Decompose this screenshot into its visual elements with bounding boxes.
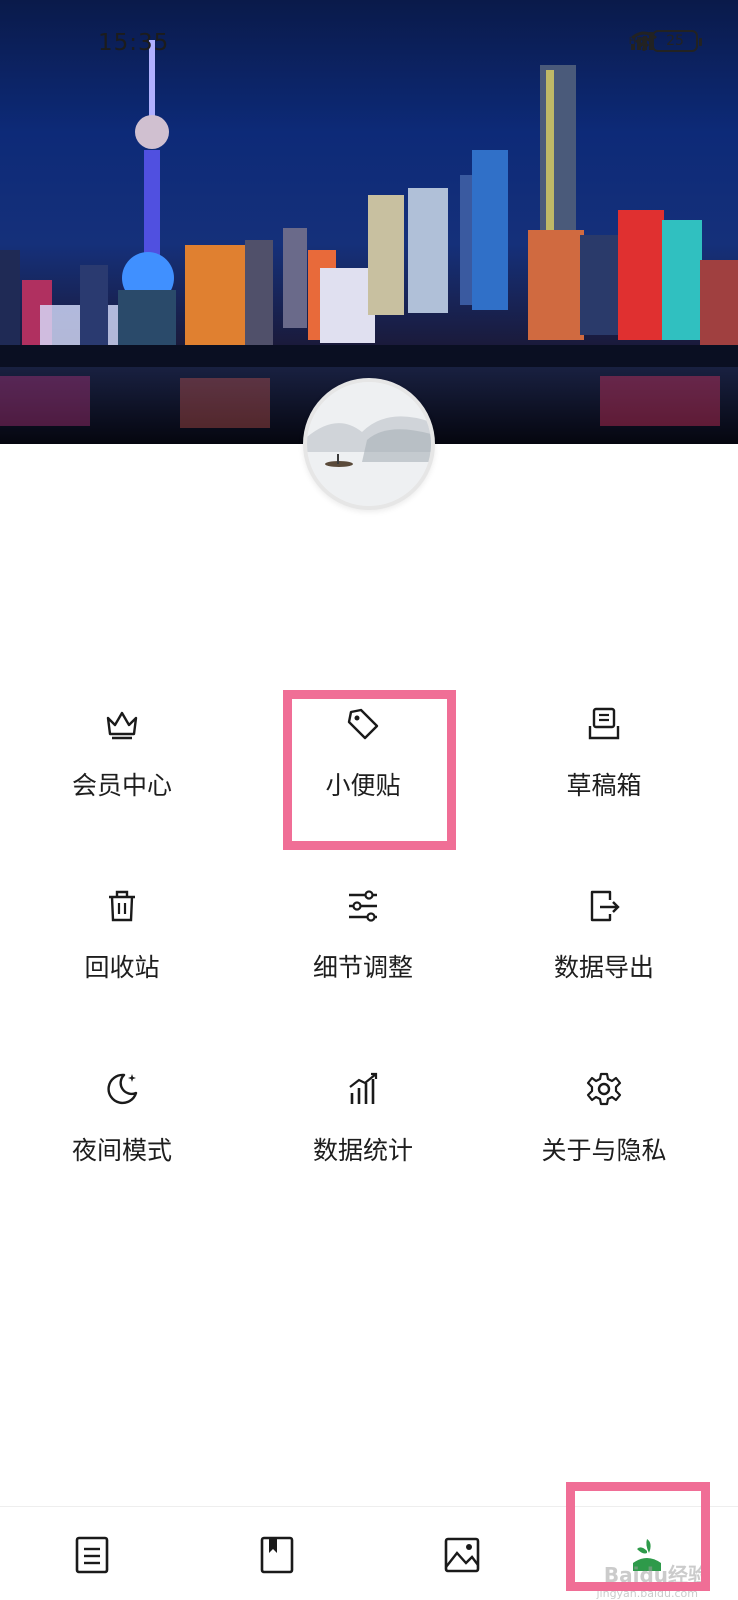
menu-label: 关于与隐私 bbox=[541, 1136, 667, 1165]
status-icons: HD 25 bbox=[629, 30, 702, 52]
menu-item-detail-adjust[interactable]: 细节调整 bbox=[263, 888, 463, 1008]
status-time: 15:35 bbox=[98, 30, 170, 56]
menu-item-data-statistics[interactable]: 数据统计 bbox=[263, 1071, 463, 1191]
menu-item-recycle-bin[interactable]: 回收站 bbox=[22, 888, 222, 1008]
menu-item-membership[interactable]: 会员中心 bbox=[22, 706, 222, 826]
bookmark-icon[interactable] bbox=[257, 1535, 297, 1575]
avatar-image bbox=[307, 382, 431, 506]
menu-label: 回收站 bbox=[84, 953, 160, 982]
gear-icon bbox=[586, 1072, 622, 1106]
menu-item-drafts[interactable]: 草稿箱 bbox=[504, 706, 704, 826]
menu-label: 细节调整 bbox=[312, 953, 413, 982]
menu-item-data-export[interactable]: 数据导出 bbox=[504, 888, 704, 1008]
chart-icon bbox=[349, 1072, 378, 1104]
menu-label: 数据统计 bbox=[312, 1136, 413, 1165]
menu-label: 夜间模式 bbox=[71, 1136, 172, 1165]
menu-label: 会员中心 bbox=[71, 771, 172, 800]
draft-box-icon bbox=[588, 707, 620, 740]
highlight-annotation-sticky-notes bbox=[283, 690, 456, 850]
avatar[interactable] bbox=[303, 378, 435, 510]
sliders-icon bbox=[349, 890, 377, 922]
notes-icon[interactable] bbox=[72, 1535, 112, 1575]
export-icon bbox=[590, 890, 620, 922]
trash-icon bbox=[109, 890, 135, 922]
highlight-annotation-profile-tab bbox=[566, 1482, 710, 1591]
moon-icon bbox=[107, 1073, 138, 1105]
menu-item-about-privacy[interactable]: 关于与隐私 bbox=[504, 1071, 704, 1191]
menu-item-night-mode[interactable]: 夜间模式 bbox=[22, 1071, 222, 1191]
crown-icon bbox=[106, 711, 138, 740]
image-icon[interactable] bbox=[442, 1535, 482, 1575]
battery-indicator: 25 bbox=[652, 30, 702, 52]
menu-label: 数据导出 bbox=[553, 953, 654, 982]
menu-label: 草稿箱 bbox=[566, 771, 642, 800]
